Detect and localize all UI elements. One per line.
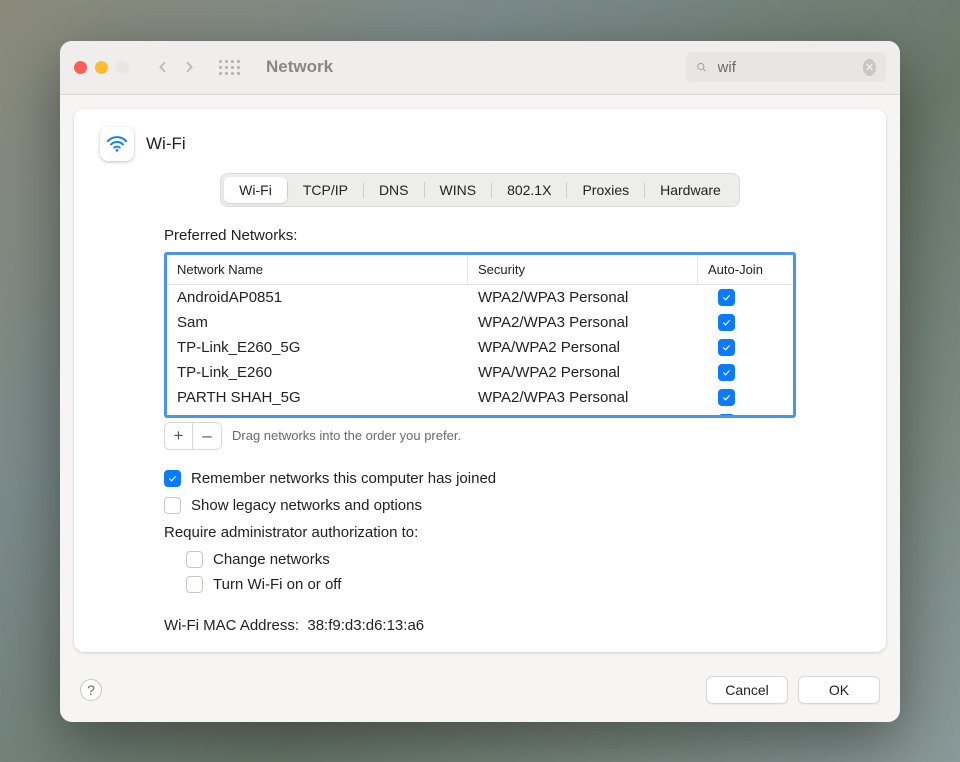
preferred-networks-label: Preferred Networks: (164, 227, 796, 244)
show-all-button[interactable] (219, 60, 240, 75)
checkbox-icon (164, 497, 181, 514)
cell-auto-join[interactable] (698, 364, 793, 381)
cell-security: WPA2/WPA3 Personal (468, 414, 698, 415)
table-row[interactable]: PARTH SHAH_5GWPA2/WPA3 Personal (167, 385, 793, 410)
cancel-button[interactable]: Cancel (706, 676, 788, 704)
remember-networks-option[interactable]: Remember networks this computer has join… (164, 470, 796, 487)
checkbox-icon (186, 551, 203, 568)
pane-header: Wi-Fi (94, 109, 866, 173)
help-button[interactable]: ? (80, 679, 102, 701)
tab-tcp-ip[interactable]: TCP/IP (288, 177, 363, 203)
authz-change-networks-label: Change networks (213, 551, 330, 568)
checkbox-checked-icon (718, 389, 735, 406)
tab-proxies[interactable]: Proxies (567, 177, 644, 203)
cell-network-name: TP-Link_E260_5G (167, 339, 468, 356)
remember-networks-label: Remember networks this computer has join… (191, 470, 496, 487)
cell-network-name: Sam (167, 314, 468, 331)
tab-wi-fi[interactable]: Wi-Fi (224, 177, 287, 203)
titlebar: Network ✕ (60, 41, 900, 95)
show-legacy-option[interactable]: Show legacy networks and options (164, 497, 796, 514)
cell-network-name: TP-Link_E260 (167, 364, 468, 381)
tab-wins[interactable]: WINS (425, 177, 492, 203)
table-row[interactable]: AndroidAP0851WPA2/WPA3 Personal (167, 285, 793, 310)
tab-802-1x[interactable]: 802.1X (492, 177, 566, 203)
search-field[interactable]: ✕ (686, 52, 886, 82)
search-input[interactable] (716, 58, 855, 77)
table-toolbar: + – Drag networks into the order you pre… (164, 422, 796, 450)
cell-security: WPA/WPA2 Personal (468, 364, 698, 381)
col-auto-join[interactable]: Auto-Join (698, 255, 793, 284)
close-window-button[interactable] (74, 61, 87, 74)
cell-auto-join[interactable] (698, 289, 793, 306)
authz-wifi-option[interactable]: Turn Wi-Fi on or off (186, 576, 796, 593)
authz-change-networks-option[interactable]: Change networks (186, 551, 796, 568)
remove-network-button[interactable]: – (193, 423, 221, 449)
table-row[interactable]: PARTH SHAH_2.4GWPA2/WPA3 Personal (167, 410, 793, 415)
tab-bar: Wi-FiTCP/IPDNSWINS802.1XProxiesHardware (220, 173, 740, 207)
checkbox-checked-icon (718, 339, 735, 356)
cell-security: WPA2/WPA3 Personal (468, 314, 698, 331)
tab-hardware[interactable]: Hardware (645, 177, 736, 203)
window-title: Network (266, 57, 333, 77)
cell-auto-join[interactable] (698, 389, 793, 406)
nav-buttons (155, 59, 197, 75)
wifi-pane: Wi-Fi Wi-FiTCP/IPDNSWINS802.1XProxiesHar… (74, 109, 886, 652)
window-controls (74, 61, 129, 74)
cell-network-name: PARTH SHAH_5G (167, 389, 468, 406)
checkbox-icon (186, 576, 203, 593)
add-remove-group: + – (164, 422, 222, 450)
checkbox-checked-icon (718, 289, 735, 306)
table-row[interactable]: TP-Link_E260WPA/WPA2 Personal (167, 360, 793, 385)
table-row[interactable]: SamWPA2/WPA3 Personal (167, 310, 793, 335)
cell-auto-join[interactable] (698, 339, 793, 356)
networks-table[interactable]: Network Name Security Auto-Join AndroidA… (164, 252, 796, 418)
cell-auto-join[interactable] (698, 414, 793, 415)
checkbox-checked-icon (718, 364, 735, 381)
col-security[interactable]: Security (468, 255, 698, 284)
forward-button[interactable] (181, 59, 197, 75)
preferences-window: Network ✕ Wi-Fi Wi-FiTCP/IPDNSWINS802.1X… (60, 41, 900, 722)
mac-address-label: Wi-Fi MAC Address: (164, 617, 299, 634)
cell-auto-join[interactable] (698, 314, 793, 331)
wifi-icon (100, 127, 134, 161)
cell-network-name: PARTH SHAH_2.4G (167, 414, 468, 415)
pane-title: Wi-Fi (146, 134, 186, 154)
ok-button[interactable]: OK (798, 676, 880, 704)
drag-hint: Drag networks into the order you prefer. (232, 428, 461, 443)
minimize-window-button[interactable] (95, 61, 108, 74)
cell-security: WPA/WPA2 Personal (468, 339, 698, 356)
table-body[interactable]: AndroidAP0851WPA2/WPA3 PersonalSamWPA2/W… (167, 285, 793, 415)
authz-label: Require administrator authorization to: (164, 524, 796, 541)
authz-wifi-label: Turn Wi-Fi on or off (213, 576, 341, 593)
cell-security: WPA2/WPA3 Personal (468, 289, 698, 306)
checkbox-checked-icon (718, 314, 735, 331)
table-header: Network Name Security Auto-Join (167, 255, 793, 285)
search-icon (696, 60, 708, 75)
col-network-name[interactable]: Network Name (167, 255, 468, 284)
table-row[interactable]: TP-Link_E260_5GWPA/WPA2 Personal (167, 335, 793, 360)
tab-dns[interactable]: DNS (364, 177, 424, 203)
clear-search-button[interactable]: ✕ (863, 59, 876, 76)
checkbox-icon (164, 470, 181, 487)
show-legacy-label: Show legacy networks and options (191, 497, 422, 514)
cell-security: WPA2/WPA3 Personal (468, 389, 698, 406)
dialog-footer: ? Cancel OK (60, 666, 900, 722)
add-network-button[interactable]: + (165, 423, 193, 449)
mac-address-row: Wi-Fi MAC Address: 38:f9:d3:d6:13:a6 (164, 617, 796, 634)
mac-address-value: 38:f9:d3:d6:13:a6 (307, 617, 424, 634)
zoom-window-button[interactable] (116, 61, 129, 74)
cell-network-name: AndroidAP0851 (167, 289, 468, 306)
back-button[interactable] (155, 59, 171, 75)
checkbox-checked-icon (718, 414, 735, 415)
